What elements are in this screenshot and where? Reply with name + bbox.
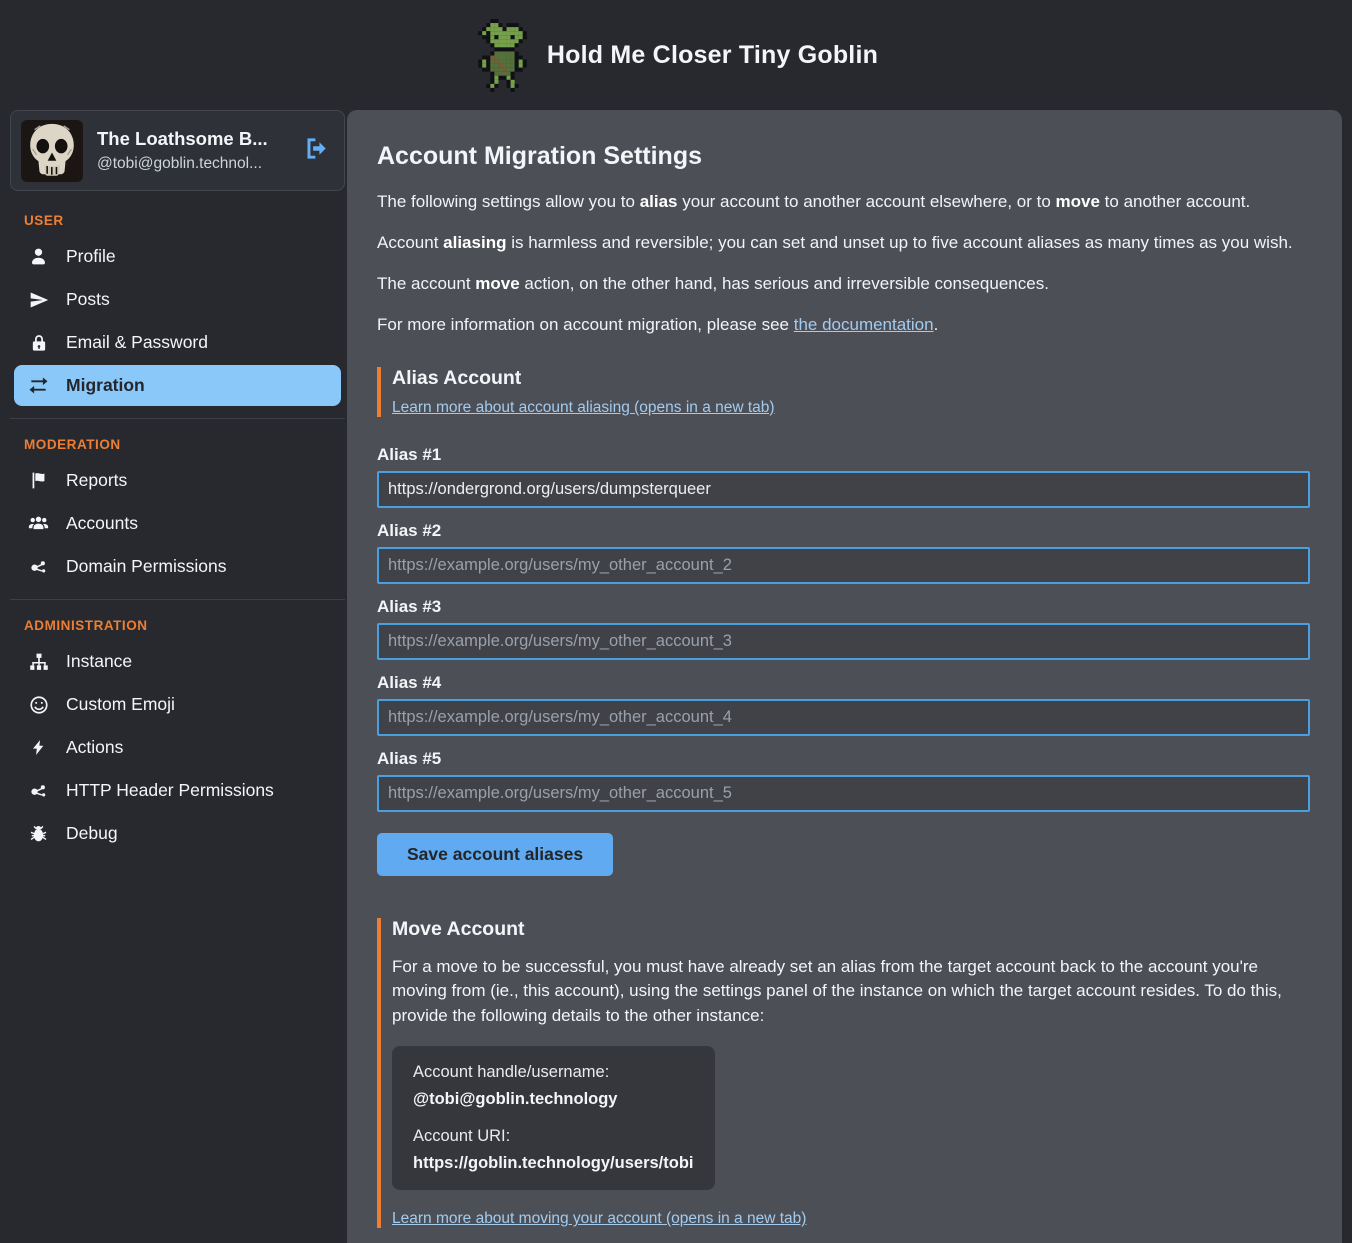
sidebar-item-accounts[interactable]: Accounts xyxy=(14,503,341,544)
account-handle-group: Account handle/username: @tobi@goblin.te… xyxy=(413,1063,694,1109)
skull-avatar xyxy=(21,120,83,182)
sidebar-item-custom-emoji[interactable]: Custom Emoji xyxy=(14,684,341,725)
alias-4-input[interactable] xyxy=(377,699,1310,736)
sidebar-item-label: Posts xyxy=(66,289,110,310)
page-title: Account Migration Settings xyxy=(377,142,1310,171)
sidebar-item-profile[interactable]: Profile xyxy=(14,236,341,277)
alias-field-5: Alias #5 xyxy=(377,749,1310,812)
sidebar-item-posts[interactable]: Posts xyxy=(14,279,341,320)
user-icon xyxy=(28,246,49,267)
share-nodes-icon xyxy=(28,556,49,577)
alias-field-1: Alias #1 xyxy=(377,445,1310,508)
sidebar-item-label: Actions xyxy=(66,737,123,758)
app-header: Hold Me Closer Tiny Goblin xyxy=(0,0,1352,110)
account-uri-label: Account URI: xyxy=(413,1127,694,1146)
sidebar-item-label: Reports xyxy=(66,470,127,491)
account-details-box: Account handle/username: @tobi@goblin.te… xyxy=(392,1046,715,1190)
alias-account-section-header: Alias Account Learn more about account a… xyxy=(377,367,1310,417)
sidebar-item-domain-permissions[interactable]: Domain Permissions xyxy=(14,546,341,587)
section-label-user: USER xyxy=(24,213,345,228)
nav-section-user: USER Profile Posts xyxy=(10,213,345,406)
alias-account-heading: Alias Account xyxy=(392,367,1310,390)
sidebar-item-label: HTTP Header Permissions xyxy=(66,780,274,801)
alias-2-label: Alias #2 xyxy=(377,521,1310,541)
sidebar-item-label: Custom Emoji xyxy=(66,694,175,715)
sidebar-item-debug[interactable]: Debug xyxy=(14,813,341,854)
sidebar-item-email-password[interactable]: Email & Password xyxy=(14,322,341,363)
alias-4-label: Alias #4 xyxy=(377,673,1310,693)
user-display-name: The Loathsome B... xyxy=(97,128,289,150)
save-account-aliases-button[interactable]: Save account aliases xyxy=(377,833,613,876)
move-account-heading: Move Account xyxy=(392,918,1310,941)
side-nav: USER Profile Posts xyxy=(10,213,345,854)
main-panel: Account Migration Settings The following… xyxy=(347,110,1342,1243)
sidebar-item-label: Instance xyxy=(66,651,132,672)
alias-2-input[interactable] xyxy=(377,547,1310,584)
sidebar-item-migration[interactable]: Migration xyxy=(14,365,341,406)
sidebar-item-label: Accounts xyxy=(66,513,138,534)
intro-paragraph: For more information on account migratio… xyxy=(377,315,1310,335)
sidebar-item-label: Debug xyxy=(66,823,118,844)
share-nodes-icon xyxy=(28,780,49,801)
alias-3-input[interactable] xyxy=(377,623,1310,660)
instance-title: Hold Me Closer Tiny Goblin xyxy=(547,41,878,70)
intro-paragraph: The following settings allow you to alia… xyxy=(377,192,1310,212)
alias-5-input[interactable] xyxy=(377,775,1310,812)
section-label-administration: ADMINISTRATION xyxy=(24,618,345,633)
section-label-moderation: MODERATION xyxy=(24,437,345,452)
intro-paragraph: Account aliasing is harmless and reversi… xyxy=(377,233,1310,253)
account-uri-value: https://goblin.technology/users/tobi xyxy=(413,1154,694,1173)
alias-field-2: Alias #2 xyxy=(377,521,1310,584)
account-handle-value: @tobi@goblin.technology xyxy=(413,1090,694,1109)
sidebar: The Loathsome B... @tobi@goblin.technol.… xyxy=(0,110,347,1243)
inline-doc-link[interactable]: the documentation xyxy=(794,315,934,334)
intro-paragraph: The account move action, on the other ha… xyxy=(377,274,1310,294)
sidebar-item-label: Domain Permissions xyxy=(66,556,226,577)
account-handle-label: Account handle/username: xyxy=(413,1063,694,1082)
sidebar-item-actions[interactable]: Actions xyxy=(14,727,341,768)
move-docs-link[interactable]: Learn more about moving your account (op… xyxy=(392,1210,806,1228)
padlock-icon xyxy=(28,332,49,353)
flag-icon xyxy=(28,470,49,491)
account-uri-group: Account URI: https://goblin.technology/u… xyxy=(413,1127,694,1173)
alias-1-label: Alias #1 xyxy=(377,445,1310,465)
alias-3-label: Alias #3 xyxy=(377,597,1310,617)
sidebar-item-instance[interactable]: Instance xyxy=(14,641,341,682)
alias-1-input[interactable] xyxy=(377,471,1310,508)
sidebar-item-label: Email & Password xyxy=(66,332,208,353)
goblin-pixel-logo-icon xyxy=(474,19,531,92)
alias-docs-link[interactable]: Learn more about account aliasing (opens… xyxy=(392,399,775,416)
nav-section-moderation: MODERATION Reports Accounts xyxy=(10,418,345,587)
paper-plane-icon xyxy=(28,289,49,310)
smiley-icon xyxy=(28,694,49,715)
nav-section-administration: ADMINISTRATION Instance Custom Emoji xyxy=(10,599,345,854)
sitemap-icon xyxy=(28,651,49,672)
exchange-arrows-icon xyxy=(28,375,49,396)
bolt-icon xyxy=(28,737,49,758)
bug-icon xyxy=(28,823,49,844)
move-account-description: For a move to be successful, you must ha… xyxy=(392,955,1310,1028)
user-handle: @tobi@goblin.technol... xyxy=(97,155,289,173)
users-icon xyxy=(28,513,49,534)
sidebar-item-label: Migration xyxy=(66,375,145,396)
sidebar-item-http-header-permissions[interactable]: HTTP Header Permissions xyxy=(14,770,341,811)
alias-field-3: Alias #3 xyxy=(377,597,1310,660)
user-meta: The Loathsome B... @tobi@goblin.technol.… xyxy=(97,128,289,173)
move-account-section: Move Account For a move to be successful… xyxy=(377,918,1310,1228)
alias-5-label: Alias #5 xyxy=(377,749,1310,769)
sidebar-item-reports[interactable]: Reports xyxy=(14,460,341,501)
sidebar-item-label: Profile xyxy=(66,246,116,267)
sign-out-icon[interactable] xyxy=(303,135,330,167)
alias-field-4: Alias #4 xyxy=(377,673,1310,736)
user-card[interactable]: The Loathsome B... @tobi@goblin.technol.… xyxy=(10,110,345,191)
